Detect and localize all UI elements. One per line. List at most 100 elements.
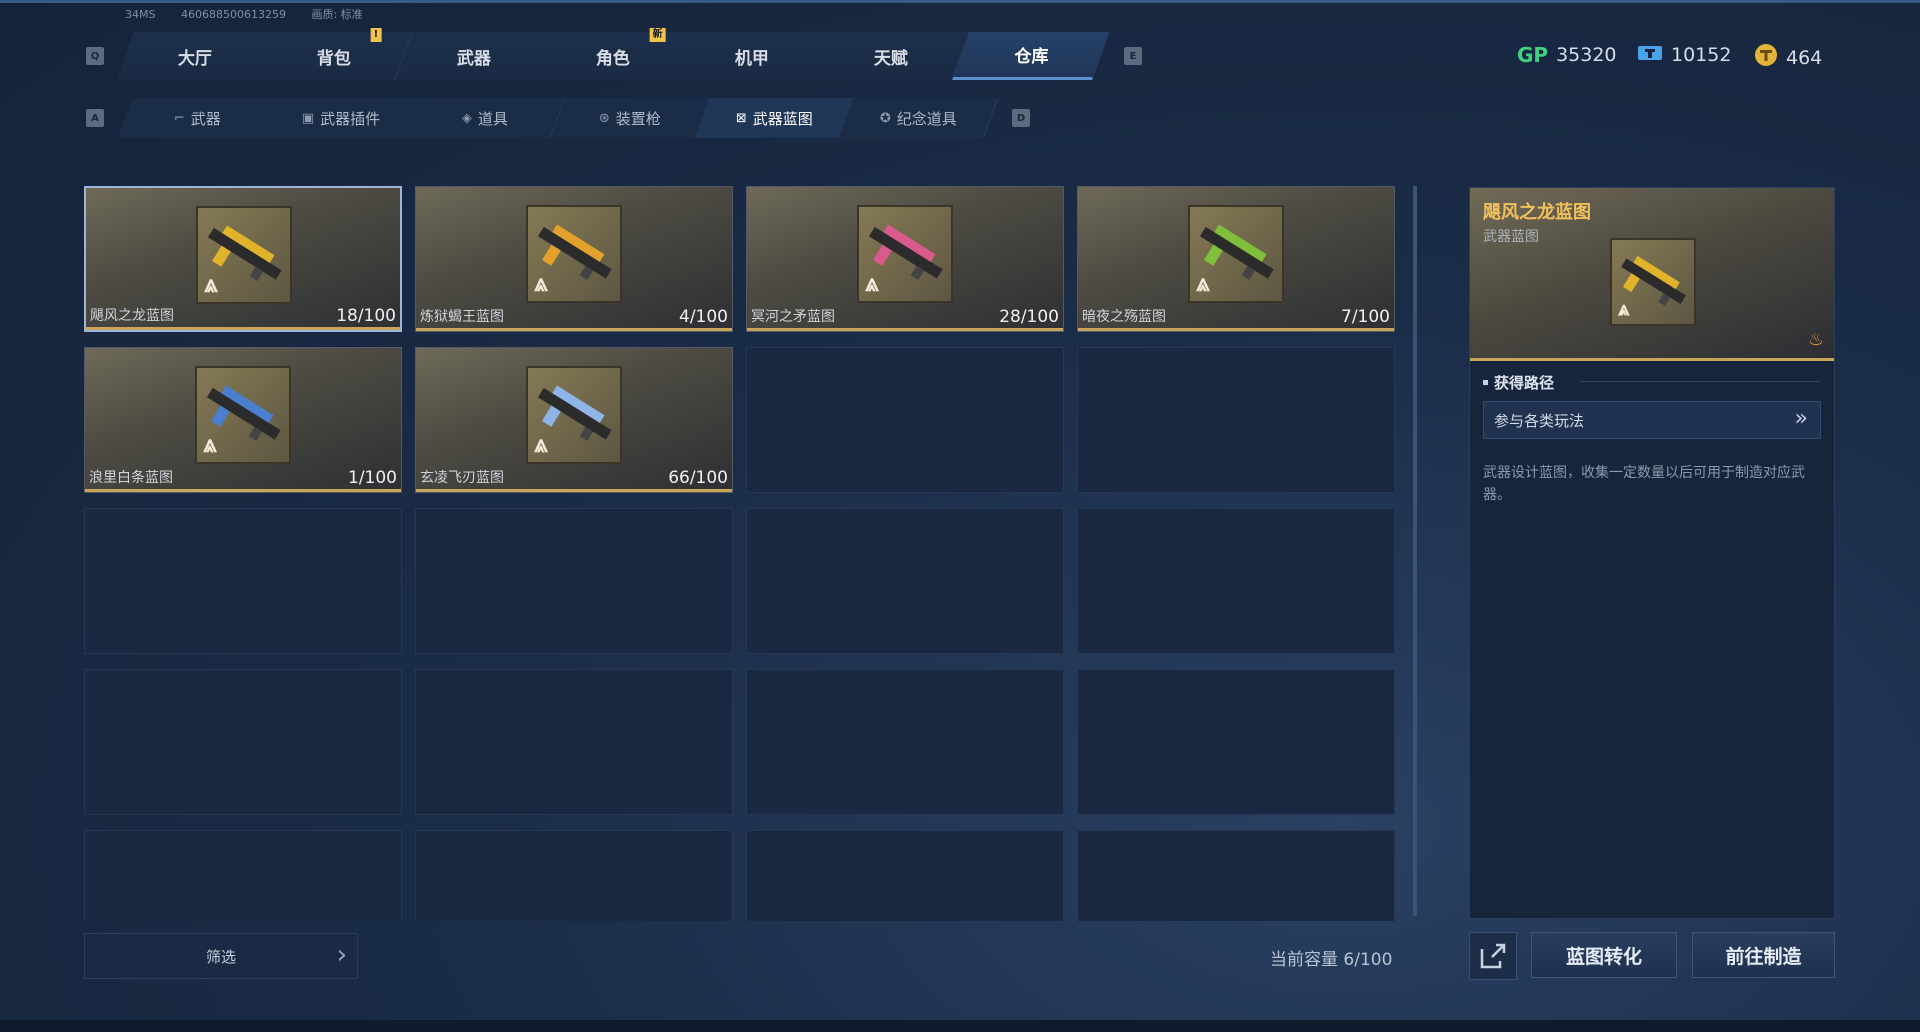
capacity-text: 当前容量 6/100 bbox=[1270, 950, 1393, 970]
ticket-icon bbox=[1637, 43, 1663, 67]
main-tabs: 大厅 背包! 武器 角色新 机甲 天赋 仓库 bbox=[116, 28, 1110, 80]
empty-slot[interactable] bbox=[1077, 508, 1395, 654]
share-button[interactable] bbox=[1469, 932, 1517, 980]
detail-description: 武器设计蓝图，收集一定数量以后可用于制造对应武器。 bbox=[1483, 465, 1805, 503]
weapon-image: ⩓ bbox=[857, 205, 953, 303]
tab-lobby[interactable]: 大厅 bbox=[116, 32, 275, 80]
subtab-weapon-plugins[interactable]: ▣ 武器插件 bbox=[261, 98, 422, 138]
empty-slot[interactable] bbox=[1077, 830, 1395, 921]
detail-weapon-image: ⩓ bbox=[1610, 238, 1696, 326]
item-count: 18/100 bbox=[336, 306, 396, 326]
gold-value: 464 bbox=[1786, 46, 1823, 69]
ticket-value: 10152 bbox=[1671, 44, 1732, 66]
uid-text: 460688500613259 bbox=[180, 8, 286, 21]
blueprint-item[interactable]: ⩓ 冥河之矛蓝图 28/100 bbox=[746, 186, 1064, 332]
blueprint-grid: ⩓ 飓风之龙蓝图 18/100 ⩓ 炼狱蝎王蓝图 4/100 ⩓ 冥河之矛蓝图 28/100 ⩓ 暗… bbox=[84, 186, 1397, 921]
route-label: 参与各类玩法 bbox=[1494, 411, 1585, 430]
blueprint-item[interactable]: ⩓ 玄凌飞刃蓝图 66/100 bbox=[415, 347, 733, 493]
item-count: 7/100 bbox=[1341, 307, 1390, 327]
item-name: 冥河之矛蓝图 bbox=[751, 309, 835, 325]
item-name: 飓风之龙蓝图 bbox=[90, 308, 174, 324]
blueprint-item[interactable]: ⩓ 炼狱蝎王蓝图 4/100 bbox=[415, 186, 733, 332]
item-count: 28/100 bbox=[999, 307, 1059, 327]
empty-slot[interactable] bbox=[746, 508, 1064, 654]
detail-header: 飓风之龙蓝图 武器蓝图 ⩓ ♨ bbox=[1470, 188, 1834, 361]
weapon-image: ⩓ bbox=[196, 206, 292, 304]
item-name: 炼狱蝎王蓝图 bbox=[420, 309, 504, 325]
quality-text: 画质: 标准 bbox=[311, 8, 363, 21]
ping-text: 34MS bbox=[125, 8, 156, 21]
detail-panel: 飓风之龙蓝图 武器蓝图 ⩓ ♨ 获得路径 参与各类玩法 » 武器设计蓝图，收集一… bbox=[1469, 187, 1835, 919]
tab-talent[interactable]: 天赋 bbox=[812, 32, 971, 80]
new-badge: 新 bbox=[649, 28, 666, 42]
weapon-image: ⩓ bbox=[526, 205, 622, 303]
grid-scrollbar[interactable] bbox=[1413, 186, 1417, 916]
empty-slot[interactable] bbox=[1077, 669, 1395, 815]
empty-slot[interactable] bbox=[1077, 347, 1395, 493]
currency-gold: 464 bbox=[1754, 43, 1822, 72]
detail-subtitle: 武器蓝图 bbox=[1483, 229, 1539, 245]
item-count: 4/100 bbox=[679, 307, 728, 327]
acquire-section-label: 获得路径 bbox=[1483, 372, 1554, 393]
blueprint-item[interactable]: ⩓ 飓风之龙蓝图 18/100 bbox=[84, 186, 402, 332]
grenade-icon: ◈ bbox=[462, 110, 473, 126]
alert-badge: ! bbox=[370, 28, 382, 42]
compass-icon: ⩓ bbox=[1618, 296, 1630, 320]
tab-warehouse[interactable]: 仓库 bbox=[951, 32, 1110, 80]
blueprint-item[interactable]: ⩓ 浪里白条蓝图 1/100 bbox=[84, 347, 402, 493]
blueprint-icon: ⊠ bbox=[735, 110, 747, 126]
subtab-weapons[interactable]: ⌐ 武器 bbox=[117, 98, 278, 138]
subtab-weapon-blueprints[interactable]: ⊠ 武器蓝图 bbox=[694, 98, 855, 138]
key-hint-a[interactable]: A bbox=[86, 109, 104, 127]
item-count: 66/100 bbox=[668, 468, 728, 488]
medal-icon: ✪ bbox=[879, 110, 891, 126]
subtab-device-gun[interactable]: ⊛ 装置枪 bbox=[550, 98, 710, 138]
acquire-route-button[interactable]: 参与各类玩法 » bbox=[1483, 401, 1821, 439]
compass-icon: ⩓ bbox=[1196, 269, 1210, 297]
blueprint-item[interactable]: ⩓ 暗夜之殇蓝图 7/100 bbox=[1077, 186, 1395, 332]
tab-backpack[interactable]: 背包! bbox=[255, 28, 414, 80]
key-hint-d[interactable]: D bbox=[1012, 109, 1030, 127]
double-chevron-right-icon: » bbox=[1794, 406, 1808, 431]
gun-icon: ⌐ bbox=[173, 110, 185, 126]
filter-label: 筛选 bbox=[205, 947, 236, 966]
key-hint-e[interactable]: E bbox=[1124, 47, 1142, 65]
blueprint-convert-button[interactable]: 蓝图转化 bbox=[1531, 932, 1677, 978]
filter-button[interactable]: 筛选 › bbox=[84, 933, 358, 979]
system-info: 34MS 460688500613259 画质: 标准 bbox=[125, 6, 385, 22]
go-craft-button[interactable]: 前往制造 bbox=[1692, 932, 1835, 978]
gp-value: 35320 bbox=[1556, 44, 1617, 66]
weapon-image: ⩓ bbox=[1188, 205, 1284, 303]
weapon-image: ⩓ bbox=[195, 366, 291, 464]
currency-ticket: 10152 bbox=[1637, 43, 1731, 67]
empty-slot[interactable] bbox=[415, 508, 733, 654]
empty-slot[interactable] bbox=[84, 508, 402, 654]
item-name: 暗夜之殇蓝图 bbox=[1082, 309, 1166, 325]
tab-mecha[interactable]: 机甲 bbox=[673, 32, 832, 80]
compass-icon: ⩓ bbox=[534, 430, 548, 458]
compass-icon: ⩓ bbox=[534, 269, 548, 297]
compass-icon: ⩓ bbox=[865, 269, 879, 297]
tab-characters[interactable]: 角色新 bbox=[534, 28, 692, 80]
detail-title: 飓风之龙蓝图 bbox=[1483, 202, 1591, 223]
compass-icon: ⩓ bbox=[203, 430, 217, 458]
compass-icon: ⩓ bbox=[204, 270, 218, 298]
empty-slot[interactable] bbox=[415, 830, 733, 921]
empty-slot[interactable] bbox=[746, 830, 1064, 921]
share-icon bbox=[1480, 943, 1506, 969]
empty-slot[interactable] bbox=[415, 669, 733, 815]
section-divider bbox=[1580, 381, 1820, 382]
gold-coin-icon bbox=[1754, 43, 1778, 72]
subtab-items[interactable]: ◈ 道具 bbox=[406, 98, 566, 138]
tab-weapons[interactable]: 武器 bbox=[394, 32, 553, 80]
chevron-right-icon: › bbox=[336, 940, 347, 970]
sub-tabs: ⌐ 武器 ▣ 武器插件 ◈ 道具 ⊛ 装置枪 ⊠ 武器蓝图 ✪ 纪念道具 bbox=[117, 98, 999, 138]
empty-slot[interactable] bbox=[746, 669, 1064, 815]
key-hint-q[interactable]: Q bbox=[86, 47, 104, 65]
currency-gp: GP 35320 bbox=[1517, 43, 1617, 67]
empty-slot[interactable] bbox=[84, 669, 402, 815]
item-count: 1/100 bbox=[348, 468, 397, 488]
empty-slot[interactable] bbox=[84, 830, 402, 921]
subtab-souvenirs[interactable]: ✪ 纪念道具 bbox=[838, 98, 999, 138]
empty-slot[interactable] bbox=[746, 347, 1064, 493]
